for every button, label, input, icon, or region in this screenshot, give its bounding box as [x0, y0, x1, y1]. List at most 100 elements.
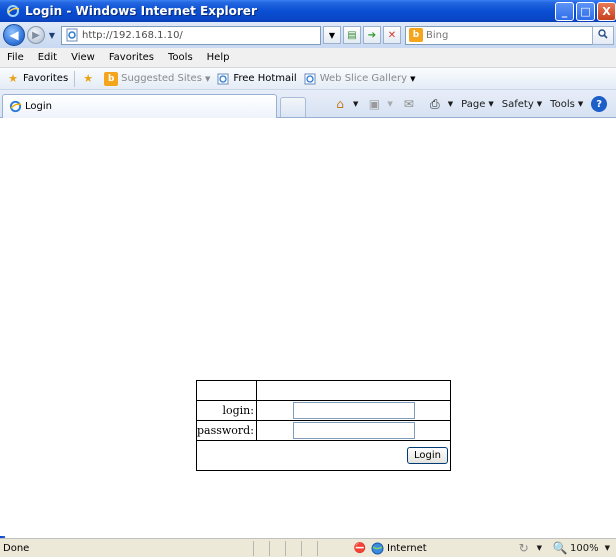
search-button[interactable] [592, 26, 614, 45]
menu-view[interactable]: View [71, 52, 95, 63]
tab-title: Login [25, 101, 52, 112]
menu-bar: File Edit View Favorites Tools Help [0, 48, 616, 68]
web-slice-gallery-link[interactable]: Web Slice Gallery ▼ [303, 72, 416, 86]
rss-icon: ▣ [368, 97, 381, 111]
chevron-down-icon: ▼ [488, 100, 494, 108]
menu-file[interactable]: File [7, 52, 24, 63]
forward-arrow-icon: ▶ [32, 29, 40, 41]
close-button[interactable]: X [597, 2, 616, 21]
feed-status-icon: ↻ [518, 541, 529, 555]
page-menu-label: Page [461, 98, 486, 110]
back-arrow-icon: ◀ [9, 28, 19, 42]
tab-login[interactable]: Login [2, 94, 277, 118]
printer-icon: ⎙ [429, 96, 440, 111]
favorites-label: Favorites [23, 73, 69, 84]
print-button[interactable]: ⎙ ▼ [427, 96, 453, 112]
status-cell [269, 540, 285, 556]
safety-menu[interactable]: Safety ▼ [502, 99, 542, 110]
favorites-bar: ★ Favorites ★ b Suggested Sites ▼ Free H… [0, 68, 616, 90]
add-favorite-button[interactable]: ★ [81, 72, 98, 86]
status-text: Done [3, 542, 30, 554]
command-bar: ⌂ ▼ ▣ ▼ ✉ ⎙ ▼ Page ▼ Safety ▼ Tools ▼ ? [332, 96, 616, 112]
new-tab-button[interactable] [280, 97, 306, 117]
chevron-down-icon: ▼ [353, 100, 359, 108]
web-slice-gallery-label: Web Slice Gallery [319, 73, 408, 84]
menu-edit[interactable]: Edit [38, 52, 57, 63]
chevron-down-icon: ▼ [536, 544, 543, 552]
search-icon [598, 29, 608, 42]
status-cell [317, 540, 333, 556]
read-mail-button[interactable]: ✉ [401, 96, 419, 112]
status-cells [253, 540, 333, 556]
search-input[interactable] [426, 29, 586, 41]
free-hotmail-link[interactable]: Free Hotmail [216, 72, 297, 86]
mail-icon: ✉ [403, 97, 414, 111]
help-icon: ? [591, 96, 608, 112]
chevron-down-icon: ▼ [387, 100, 393, 108]
tab-bar: Login ⌂ ▼ ▣ ▼ ✉ ⎙ ▼ Page ▼ Safety ▼ Tool… [0, 90, 616, 118]
window-title: Login - Windows Internet Explorer [25, 4, 257, 18]
tools-menu[interactable]: Tools ▼ [550, 99, 583, 110]
zoom-level: 100% [570, 542, 599, 554]
back-button[interactable]: ◀ [3, 24, 25, 46]
submit-row: Login [196, 440, 451, 471]
minimize-button[interactable]: _ [555, 2, 574, 21]
forward-button[interactable]: ▶ [27, 26, 45, 44]
divider [74, 70, 76, 87]
zone-label: Internet [387, 542, 427, 554]
ie-page-icon [216, 72, 230, 86]
page-content: login: password: Login [0, 118, 616, 536]
header-cell [196, 380, 257, 401]
home-button[interactable]: ⌂ ▼ [332, 96, 358, 112]
password-input[interactable] [292, 422, 415, 439]
free-hotmail-label: Free Hotmail [233, 73, 297, 84]
ie-icon [5, 3, 21, 19]
bing-icon: b [409, 28, 423, 42]
login-input[interactable] [292, 402, 415, 419]
chevron-down-icon: ▼ [410, 74, 416, 83]
chevron-down-icon: ▼ [447, 100, 454, 108]
security-zone[interactable]: ⛔ Internet [353, 541, 427, 555]
chevron-down-icon: ▼ [328, 30, 336, 40]
login-field-cell [255, 400, 452, 421]
url-box[interactable] [61, 25, 321, 45]
bing-icon: b [104, 71, 119, 86]
home-icon: ⌂ [336, 97, 344, 111]
header-cell [255, 380, 452, 401]
status-cell [285, 540, 301, 556]
chevron-down-icon: ▼ [604, 544, 610, 552]
zoom-icon: 🔍 [552, 541, 568, 555]
go-button[interactable]: ➔ [363, 26, 381, 44]
menu-favorites[interactable]: Favorites [109, 52, 154, 63]
password-field-cell [255, 420, 452, 441]
page-menu[interactable]: Page ▼ [461, 99, 494, 110]
zoom-button[interactable]: 🔍 100% ▼ [552, 540, 610, 556]
menu-tools[interactable]: Tools [168, 52, 193, 63]
stop-button[interactable]: ✕ [383, 26, 401, 44]
password-label: password: [196, 420, 257, 441]
tools-menu-label: Tools [550, 98, 575, 110]
status-cell [301, 540, 317, 556]
feeds-button[interactable]: ▣ ▼ [366, 96, 393, 112]
recent-pages-dropdown[interactable]: ▼ [47, 31, 57, 40]
login-button[interactable]: Login [407, 447, 448, 464]
feed-status-button[interactable]: ↻ ▼ [516, 540, 542, 556]
url-input[interactable] [82, 29, 282, 41]
help-button[interactable]: ? [591, 96, 609, 112]
login-form: login: password: Login [196, 380, 452, 471]
favorites-button[interactable]: ★ Favorites [6, 72, 68, 86]
protected-mode-icon: ⛔ [353, 542, 367, 554]
login-label: login: [196, 400, 257, 421]
suggested-sites-link[interactable]: b Suggested Sites ▼ [104, 71, 211, 86]
compatibility-view-button[interactable]: ▤ [343, 26, 361, 44]
maximize-button[interactable]: □ [576, 2, 595, 21]
title-bar: Login - Windows Internet Explorer _ □ X [0, 0, 616, 22]
chevron-down-icon: ▼ [204, 74, 211, 83]
menu-help[interactable]: Help [207, 52, 230, 63]
status-cell [253, 540, 269, 556]
stop-icon: ✕ [387, 29, 397, 41]
search-box[interactable]: b [405, 25, 595, 45]
suggested-sites-label: Suggested Sites [121, 73, 202, 84]
status-bar: Done ⛔ Internet ↻ ▼ 🔍 100% ▼ [0, 538, 616, 557]
url-dropdown-button[interactable]: ▼ [323, 26, 341, 44]
